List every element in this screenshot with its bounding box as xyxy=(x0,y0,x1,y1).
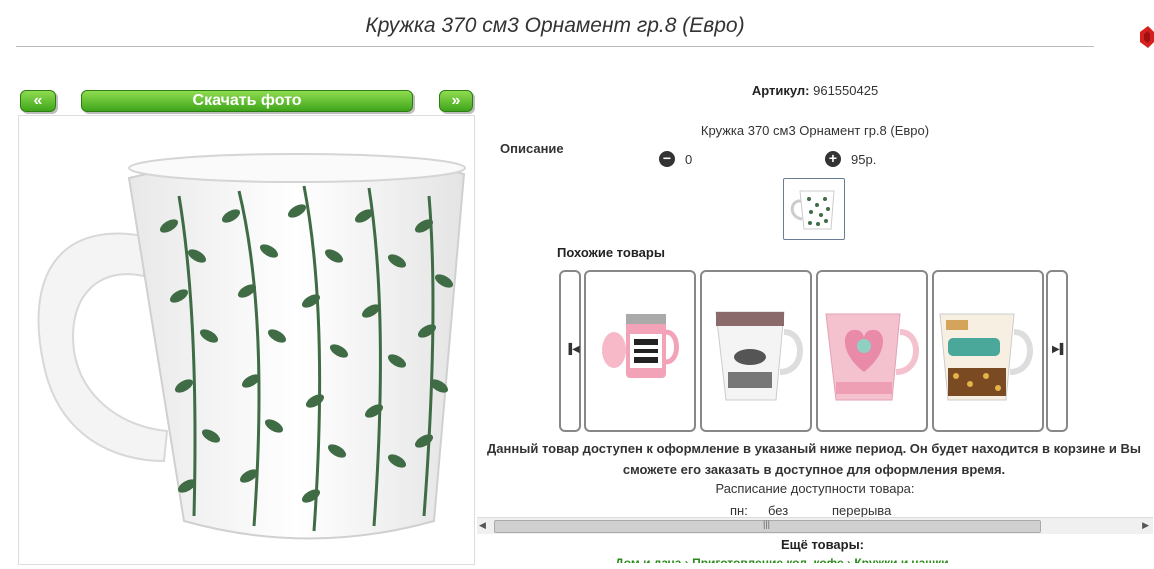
similar-products-title: Похожие товары xyxy=(557,245,665,260)
close-icon[interactable] xyxy=(1140,26,1154,48)
scrollbar-thumb[interactable]: ||| xyxy=(494,519,1041,533)
scroll-left-icon[interactable]: ◀ xyxy=(479,520,486,531)
skip-back-icon: ▐◀ xyxy=(565,344,580,355)
mug-image xyxy=(37,153,466,540)
availability-notice: Данный товар доступен к оформление в ука… xyxy=(487,441,1141,477)
fashion-mug-image xyxy=(715,311,803,401)
more-products-links[interactable]: Дом и дача › Приготовление кол. кофе › К… xyxy=(615,556,1035,563)
skip-forward-icon: ▶▌ xyxy=(1052,344,1067,355)
panel-divider xyxy=(474,115,475,563)
scroll-right-icon[interactable]: ▶ xyxy=(1142,520,1149,531)
schedule-title: Расписание доступности товара: xyxy=(715,481,915,496)
prev-photo-button[interactable]: « xyxy=(20,90,56,112)
price-value: 95р. xyxy=(851,152,877,167)
plus-icon[interactable]: + xyxy=(825,151,841,167)
similar-item-cafe-car-mug[interactable] xyxy=(932,270,1044,432)
cafe-car-mug-image xyxy=(939,313,1033,401)
self-stirring-mug-image xyxy=(602,314,679,378)
grip-icon: ||| xyxy=(763,519,771,529)
similar-item-pink-heart-mug[interactable] xyxy=(816,270,928,432)
carousel-next-button[interactable]: ▶▌ xyxy=(1046,270,1068,432)
article-line: Артикул: 961550425 xyxy=(640,83,990,98)
page-title: Кружка 370 см3 Орнамент гр.8 (Евро) xyxy=(365,14,745,37)
title-divider xyxy=(16,46,1094,47)
horizontal-scrollbar[interactable]: ◀ ||| ▶ xyxy=(477,517,1153,534)
schedule-value: перерыва xyxy=(832,503,892,518)
more-products-title: Ещё товары: xyxy=(780,537,865,552)
download-photo-button[interactable]: Скачать фото xyxy=(81,90,413,112)
thumbnail-mug-image xyxy=(790,190,835,230)
minus-icon[interactable]: − xyxy=(659,151,675,167)
quantity-value: 0 xyxy=(685,152,693,167)
product-thumbnail[interactable] xyxy=(783,178,845,240)
similar-item-fashion-mug[interactable] xyxy=(700,270,812,432)
description-text: Кружка 370 см3 Орнамент гр.8 (Евро) xyxy=(700,123,930,138)
next-photo-button[interactable]: » xyxy=(439,90,473,112)
schedule-day: пн: xyxy=(730,503,748,518)
carousel-prev-button[interactable]: ▐◀ xyxy=(559,270,581,432)
product-photo[interactable] xyxy=(18,115,475,565)
description-label: Описание xyxy=(500,141,564,156)
similar-item-self-stirring-mug[interactable] xyxy=(584,270,696,432)
article-label: Артикул: xyxy=(751,83,810,98)
article-value: 961550425 xyxy=(813,83,879,98)
schedule-value: без xyxy=(768,503,789,518)
pink-heart-mug-image xyxy=(825,313,919,401)
